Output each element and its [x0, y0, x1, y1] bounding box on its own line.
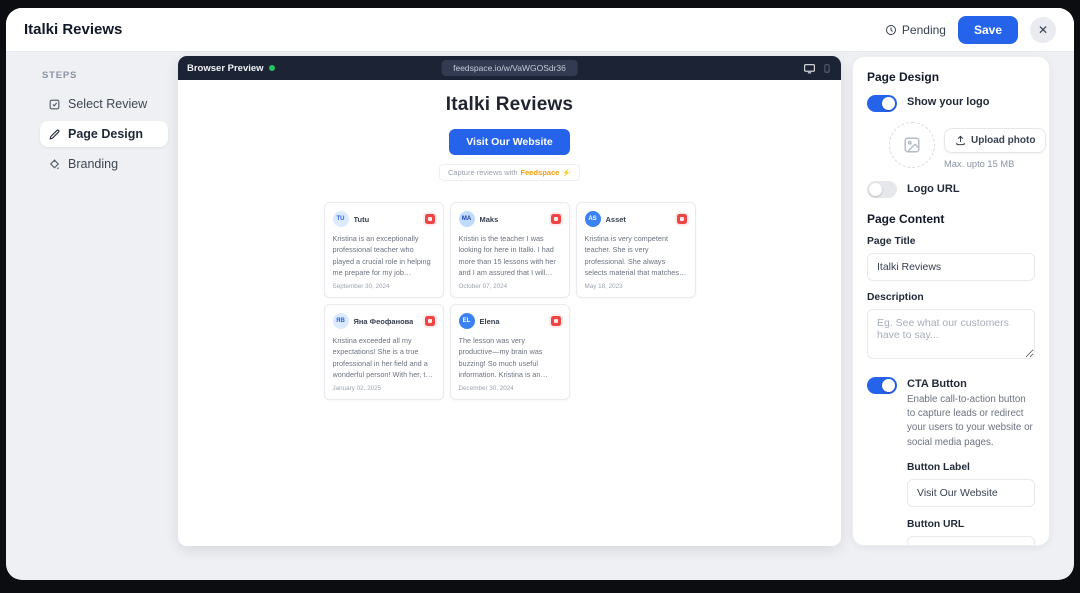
- status-pending: Pending: [885, 23, 946, 37]
- avatar: AS: [584, 211, 601, 227]
- review-text: Kristina exceeded all my expectations! S…: [332, 336, 434, 380]
- browser-preview-label: Browser Preview: [187, 63, 275, 74]
- steps-heading: STEPS: [42, 70, 78, 81]
- feedspace-brand: Feedspace: [520, 168, 560, 177]
- review-date: October 07, 2024: [458, 283, 508, 291]
- upload-photo-label: Upload photo: [971, 134, 1036, 146]
- sidebar-item-page-design[interactable]: Page Design: [40, 121, 168, 147]
- page-title-input[interactable]: [867, 253, 1035, 281]
- review-source-icon[interactable]: [550, 316, 561, 327]
- show-logo-label: Show your logo: [907, 96, 990, 108]
- desktop-view-icon[interactable]: [803, 62, 816, 75]
- sidebar-item-label: Branding: [68, 157, 119, 171]
- review-card[interactable]: ЯВ Яна Феофанова Kristina exceeded all m…: [323, 304, 444, 401]
- button-url-input[interactable]: [907, 535, 1035, 545]
- preview-page-title: Italki Reviews: [445, 94, 574, 115]
- avatar: EL: [458, 313, 475, 330]
- logo-url-toggle[interactable]: [867, 181, 897, 198]
- logo-url-label: Logo URL: [907, 182, 960, 195]
- cta-button-label: CTA Button: [907, 378, 967, 390]
- review-source-icon[interactable]: [424, 214, 435, 224]
- preview-page: Italki Reviews Visit Our Website Capture…: [178, 80, 841, 546]
- upload-photo-button[interactable]: Upload photo: [944, 127, 1047, 153]
- reviewer-name: Elena: [479, 316, 500, 326]
- upload-icon: [956, 135, 965, 145]
- avatar: TU: [332, 211, 349, 227]
- review-source-icon[interactable]: [676, 214, 687, 224]
- button-url-field-label: Button URL: [907, 518, 965, 530]
- cta-button-description: Enable call-to-action button to capture …: [907, 394, 1033, 448]
- review-date: December 30, 2024: [458, 385, 514, 393]
- sidebar-item-label: Select Review: [68, 97, 148, 111]
- reviewer-name: Asset: [605, 214, 626, 224]
- review-date: September 30, 2024: [332, 283, 390, 291]
- section-page-design: Page Design: [867, 70, 940, 84]
- review-source-icon[interactable]: [550, 214, 561, 224]
- section-page-content: Page Content: [867, 212, 945, 226]
- close-icon: ✕: [1037, 22, 1049, 37]
- show-logo-toggle[interactable]: [867, 94, 897, 112]
- review-card[interactable]: AS Asset Kristina is very competent teac…: [575, 202, 696, 299]
- button-label-input[interactable]: [907, 478, 1035, 507]
- reviewer-name: Maks: [479, 214, 499, 224]
- cta-button-toggle[interactable]: [867, 376, 897, 394]
- description-field-label: Description: [867, 292, 924, 303]
- checkbox-check-icon: [49, 99, 60, 109]
- review-text: Kristin is the teacher I was looking for…: [458, 234, 556, 277]
- app-window: Italki Reviews Pending Save ✕ STEPS Sele…: [6, 8, 1074, 580]
- toggle-knob: [882, 96, 895, 110]
- avatar: ЯВ: [332, 313, 349, 330]
- page-title: Italki Reviews: [24, 21, 123, 38]
- sidebar-item-label: Page Design: [68, 127, 144, 141]
- review-date: May 18, 2023: [584, 283, 623, 291]
- paint-bucket-icon: [49, 158, 60, 169]
- review-date: January 02, 2025: [332, 385, 382, 393]
- save-button[interactable]: Save: [957, 15, 1018, 44]
- avatar: MA: [458, 211, 475, 227]
- steps-sidebar: STEPS Select Review Page Design Branding: [6, 56, 178, 181]
- mobile-view-icon[interactable]: [822, 62, 832, 75]
- review-text: Kristina is an exceptionally professiona…: [332, 234, 431, 277]
- close-button[interactable]: ✕: [1030, 16, 1056, 43]
- review-source-icon[interactable]: [424, 316, 435, 327]
- capture-prefix: Capture reviews with: [447, 168, 518, 177]
- upload-hint: Max. upto 15 MB: [944, 158, 1015, 169]
- browser-preview-bar: Browser Preview feedspace.io/w/VaWGOSdr3…: [178, 56, 841, 80]
- sidebar-item-select-review[interactable]: Select Review: [40, 91, 168, 117]
- clock-icon: [885, 24, 896, 35]
- review-card[interactable]: TU Tutu Kristina is an exceptionally pro…: [323, 202, 444, 299]
- status-label: Pending: [901, 22, 946, 37]
- pencil-icon: [49, 129, 60, 140]
- toggle-knob: [869, 183, 882, 196]
- top-bar: Italki Reviews Pending Save ✕: [6, 8, 1074, 52]
- feedspace-bolt-icon: ⚡: [562, 169, 572, 177]
- description-textarea[interactable]: [867, 309, 1035, 359]
- browser-preview: Browser Preview feedspace.io/w/VaWGOSdr3…: [178, 56, 841, 546]
- reviews-grid: TU Tutu Kristina is an exceptionally pro…: [323, 202, 696, 401]
- toggle-knob: [882, 378, 895, 392]
- logo-placeholder[interactable]: [889, 121, 935, 168]
- review-text: Kristina is very competent teacher. She …: [584, 234, 680, 277]
- browser-preview-text: Browser Preview: [187, 62, 264, 74]
- button-label-field-label: Button Label: [907, 461, 970, 473]
- capture-reviews-pill[interactable]: Capture reviews with Feedspace ⚡: [438, 164, 581, 181]
- image-placeholder-icon: [904, 137, 920, 152]
- live-status-dot: [268, 65, 275, 71]
- review-card[interactable]: MA Maks Kristin is the teacher I was loo…: [449, 202, 570, 299]
- preview-cta-button[interactable]: Visit Our Website: [449, 129, 570, 155]
- preview-url[interactable]: feedspace.io/w/VaWGOSdr36: [441, 60, 578, 76]
- reviewer-name: Яна Феофанова: [353, 316, 414, 326]
- reviewer-name: Tutu: [353, 214, 370, 224]
- settings-panel: Page Design Show your logo Upload photo …: [852, 56, 1050, 546]
- review-text: The lesson was very productive—my brain …: [458, 336, 543, 380]
- review-card[interactable]: EL Elena The lesson was very productive—…: [449, 304, 570, 401]
- page-title-field-label: Page Title: [867, 236, 916, 247]
- sidebar-item-branding[interactable]: Branding: [40, 151, 168, 177]
